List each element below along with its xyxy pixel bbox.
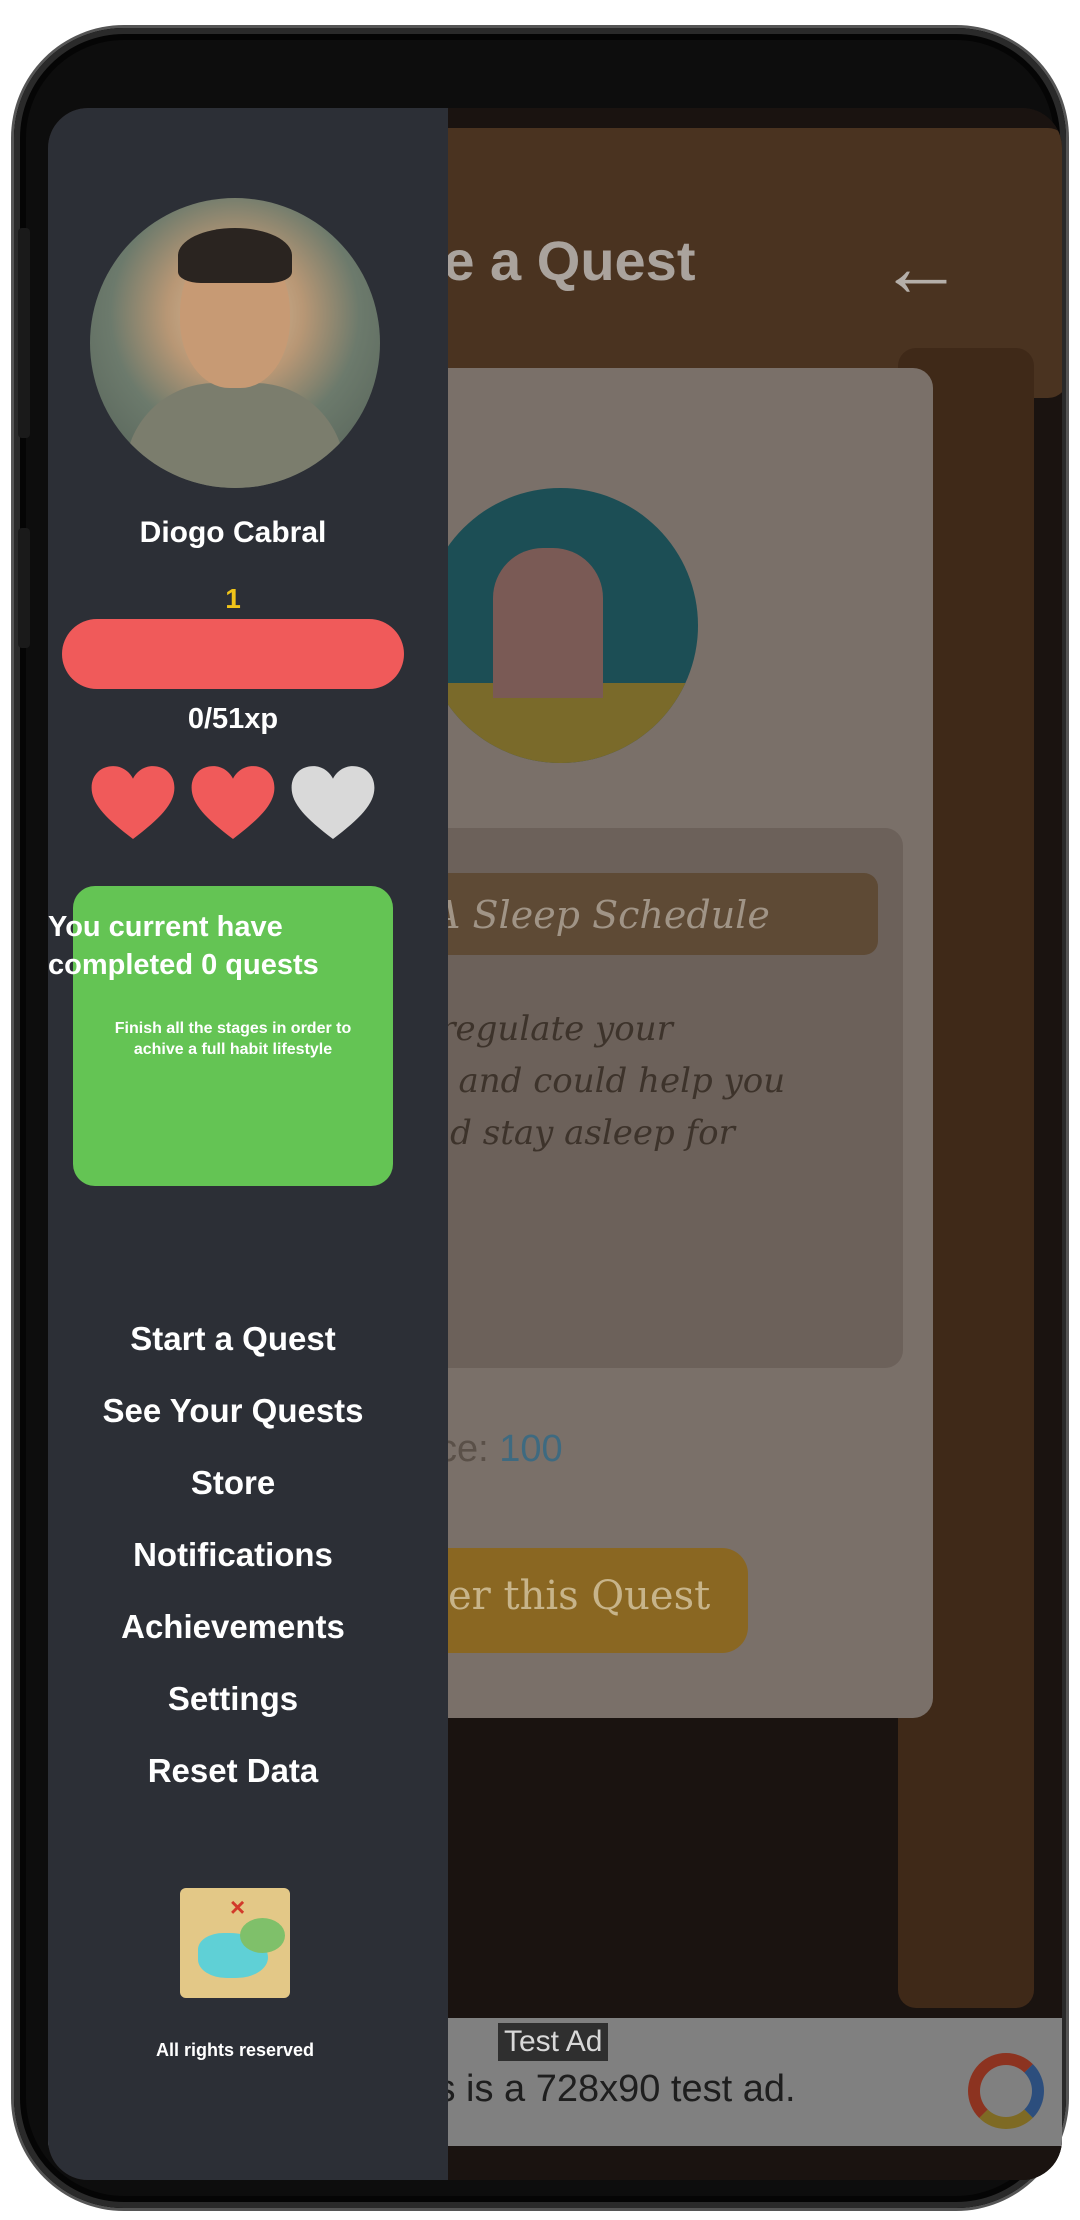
menu-item-see-quests[interactable]: See Your Quests xyxy=(48,1375,418,1447)
user-name: Diogo Cabral xyxy=(139,516,327,549)
quest-desc-line: o regulate your xyxy=(408,1009,673,1049)
avatar[interactable] xyxy=(90,198,380,488)
card-subtitle: Finish all the stages in order to achive… xyxy=(114,1020,352,1058)
footer-rights: All rights reserved xyxy=(155,2040,315,2060)
screen: ose a Quest ← A Sleep Schedule o regulat… xyxy=(48,108,1062,2180)
treasure-map-icon: × xyxy=(180,1888,290,1998)
ad-text[interactable]: is is a 728x90 test ad. xyxy=(428,2068,796,2111)
phone-frame: ose a Quest ← A Sleep Schedule o regulat… xyxy=(14,28,1066,2208)
menu-item-settings[interactable]: Settings xyxy=(48,1663,418,1735)
heart-full-icon xyxy=(191,766,275,839)
xp-text: 0/51xp xyxy=(187,703,279,735)
ad-tag: Test Ad xyxy=(498,2023,609,2061)
xp-progress-bar xyxy=(62,619,404,689)
menu-item-achievements[interactable]: Achievements xyxy=(48,1591,418,1663)
quest-price: ce: 100 xyxy=(438,1428,563,1471)
heart-empty-icon xyxy=(291,766,375,839)
quest-desc-line: and stay asleep for xyxy=(408,1113,735,1153)
sleep-illustration-icon xyxy=(423,488,698,763)
power-button xyxy=(18,528,30,648)
quest-desc-line: ck and could help you xyxy=(408,1061,786,1101)
back-arrow-icon[interactable]: ← xyxy=(878,218,964,317)
lives-hearts xyxy=(88,758,388,848)
navigation-drawer: Diogo Cabral 1 0/51xp You current have c… xyxy=(48,108,448,2180)
menu-item-store[interactable]: Store xyxy=(48,1447,418,1519)
user-level: 1 xyxy=(225,583,241,614)
enter-quest-label[interactable]: er this Quest xyxy=(448,1573,710,1619)
drawer-menu: Start a Quest See Your Quests Store Noti… xyxy=(48,1303,418,1807)
menu-item-start-quest[interactable]: Start a Quest xyxy=(48,1303,418,1375)
volume-button xyxy=(18,228,30,438)
menu-item-reset-data[interactable]: Reset Data xyxy=(48,1735,418,1807)
card-title: You current have completed 0 quests xyxy=(48,911,319,981)
quest-description: o regulate your ck and could help you an… xyxy=(408,1003,888,1159)
quest-name: A Sleep Schedule xyxy=(433,893,770,937)
heart-full-icon xyxy=(91,766,175,839)
price-value: 100 xyxy=(499,1428,563,1470)
menu-item-notifications[interactable]: Notifications xyxy=(48,1519,418,1591)
ad-logo-icon[interactable] xyxy=(968,2053,1044,2129)
